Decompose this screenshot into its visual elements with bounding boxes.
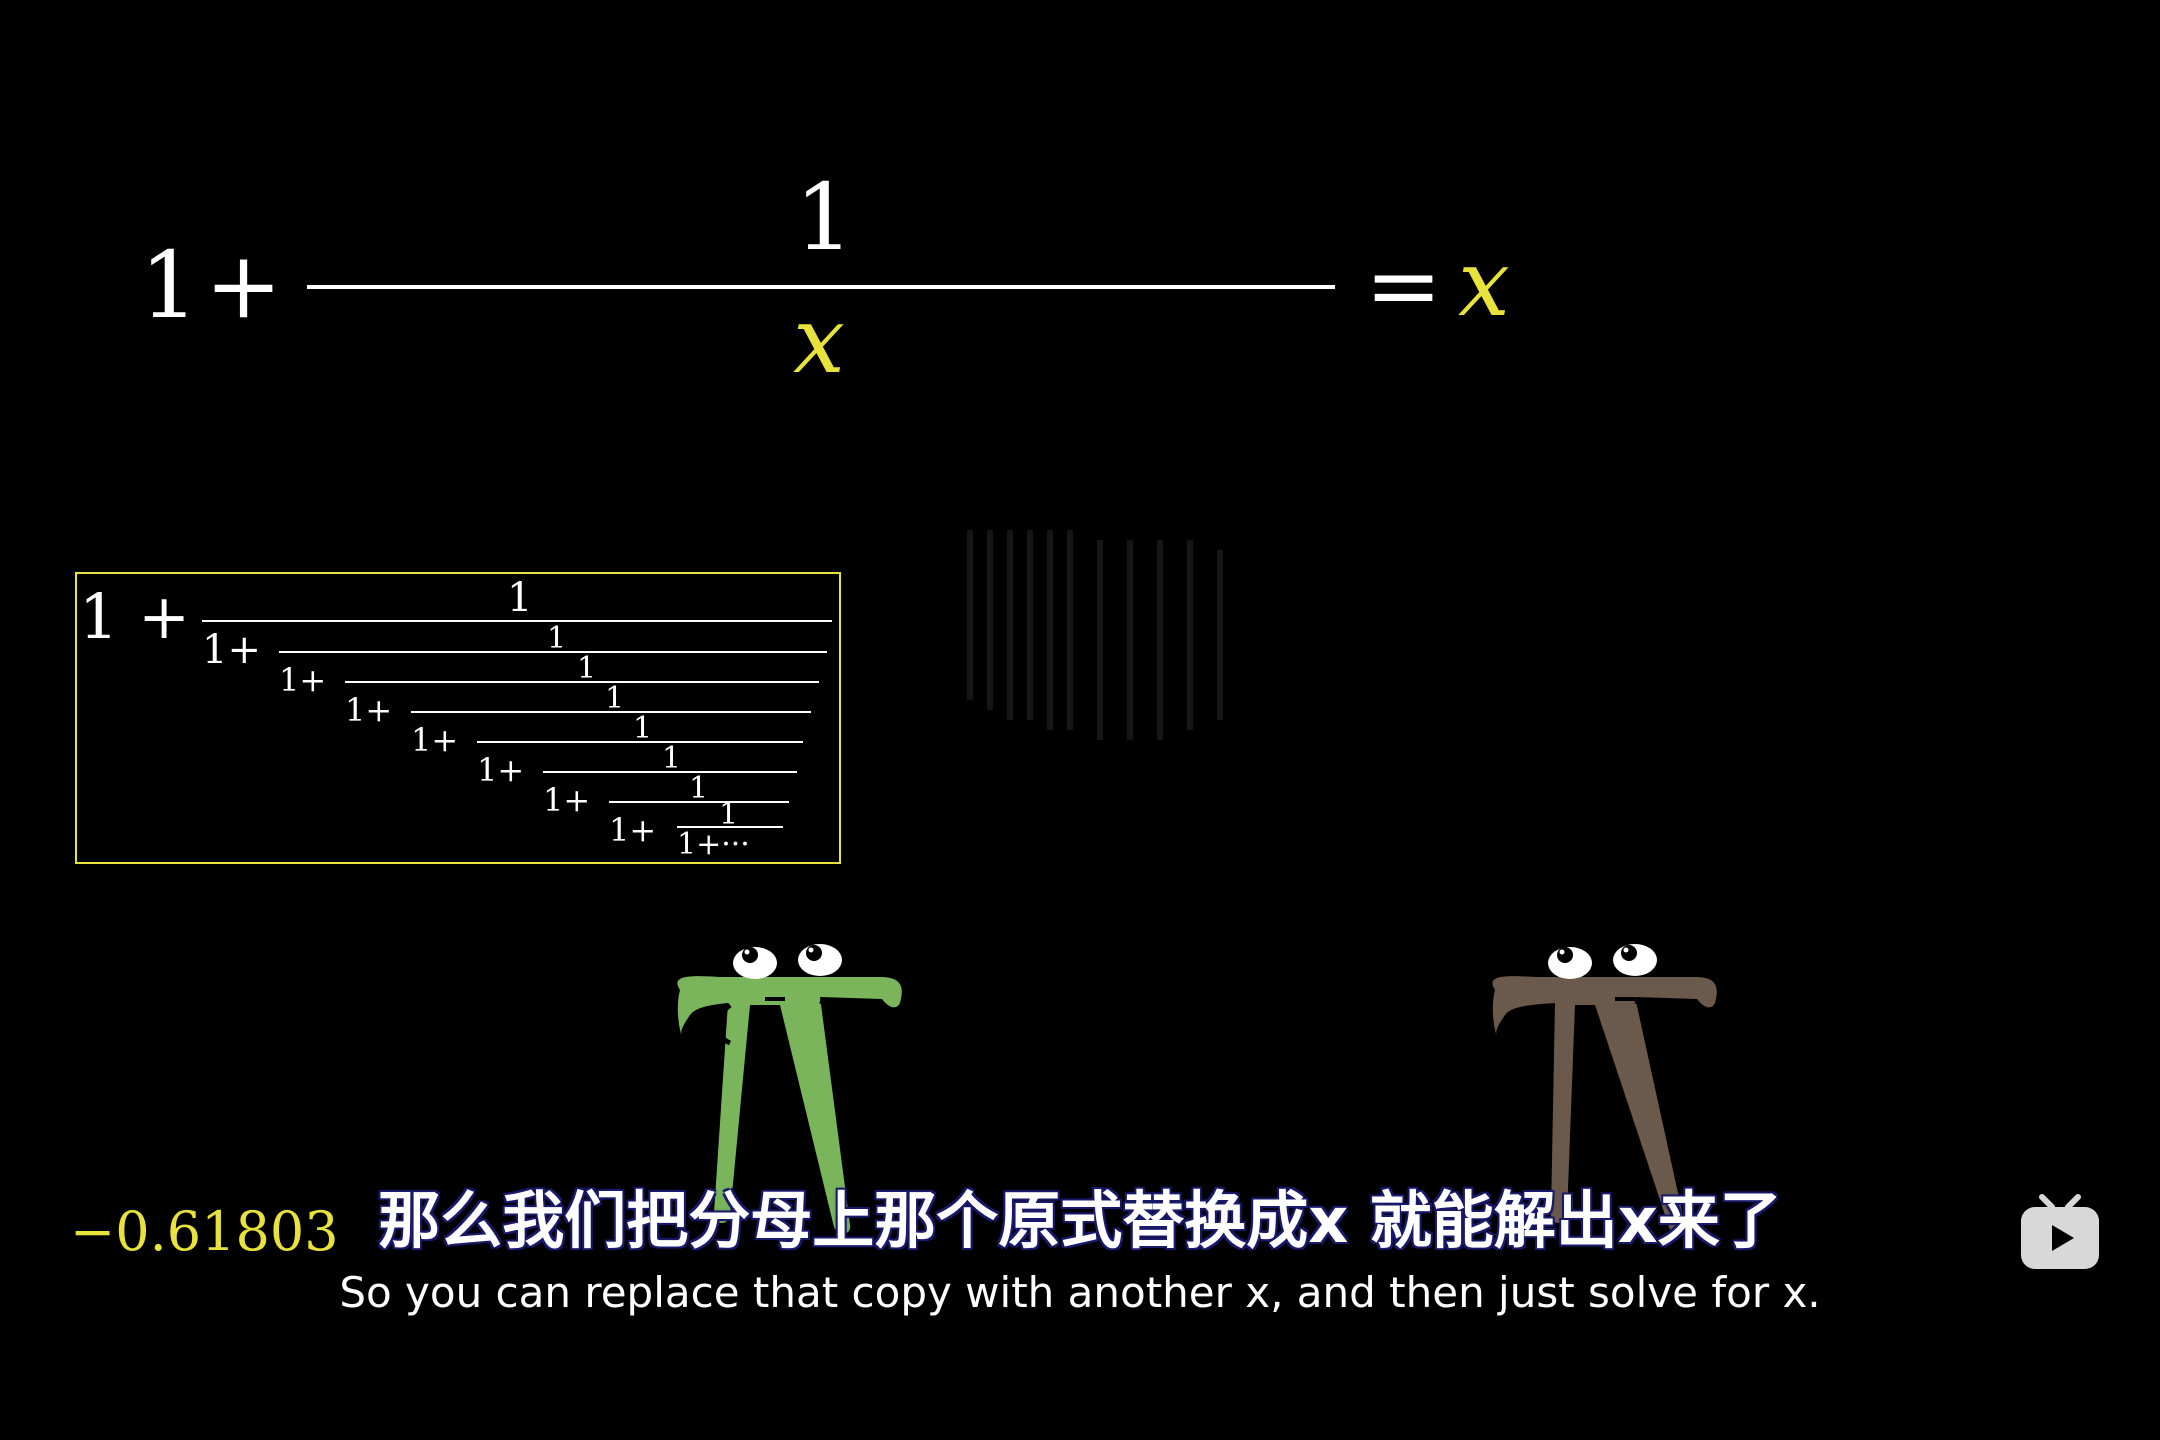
cf-bar	[279, 651, 827, 653]
eq-denominator: x	[793, 287, 845, 394]
cf-one-plus: 1+	[202, 627, 261, 673]
cf-numerator: 1	[547, 621, 567, 656]
cf-one-plus: 1+	[411, 721, 459, 759]
cf-bar	[202, 620, 832, 622]
cf-bar	[411, 711, 811, 713]
cf-lead: 1 +	[79, 580, 191, 653]
cf-numerator: 1	[633, 711, 653, 746]
eq-lhs-one: 1	[140, 232, 199, 339]
cf-numerator: 1	[577, 651, 597, 686]
cf-numerator: 1	[689, 771, 709, 806]
subtitle-english: So you can replace that copy with anothe…	[339, 1268, 1821, 1317]
cf-bar	[543, 771, 797, 773]
cf-one-plus: 1+	[543, 781, 591, 819]
cf-tail: 1+···	[677, 827, 750, 862]
cf-numerator: 1	[605, 681, 625, 716]
continued-fraction-box: 1 + 1 1+ 1 1+ 1 1+ 1 1+ 1 1+ 1 1+ 1 1+ 1…	[75, 572, 841, 864]
cf-numerator: 1	[507, 575, 533, 621]
cf-numerator: 1	[662, 741, 682, 776]
play-logo-icon	[2021, 1194, 2099, 1269]
subtitle-chinese: 那么我们把分母上那个原式替换成x 就能解出x来了	[378, 1184, 1782, 1257]
cf-one-plus: 1+	[477, 751, 525, 789]
cf-bar	[477, 741, 803, 743]
eq-numerator: 1	[795, 164, 854, 271]
cf-one-plus: 1+	[279, 661, 327, 699]
eq-equals: =	[1365, 232, 1443, 339]
cf-bar	[609, 801, 789, 803]
cf-one-plus: 1+	[609, 811, 657, 849]
cf-bar	[345, 681, 819, 683]
ghost-fraction-bars	[967, 530, 1223, 740]
cf-one-plus: 1+	[345, 691, 393, 729]
eq-lhs-plus: +	[205, 232, 283, 339]
eq-rhs: x	[1458, 230, 1510, 337]
